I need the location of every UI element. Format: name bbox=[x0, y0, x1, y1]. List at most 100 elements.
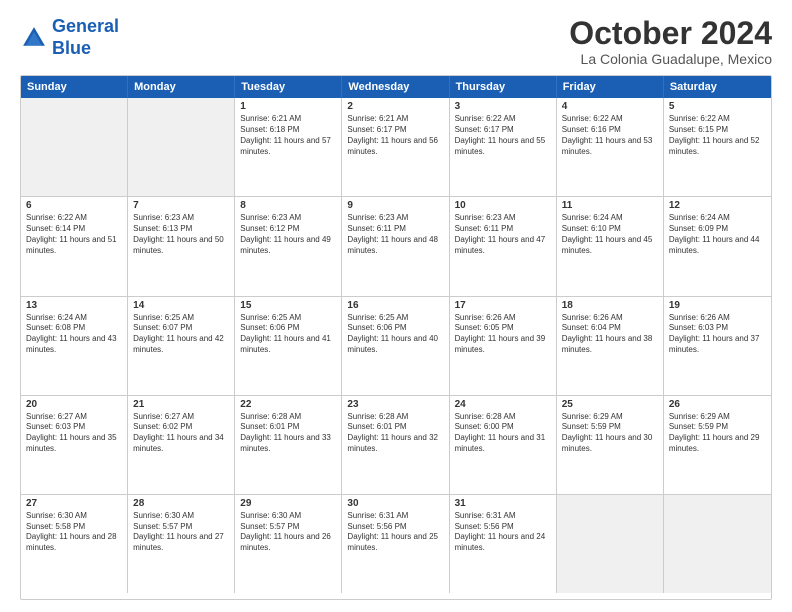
day-number: 30 bbox=[347, 498, 443, 509]
day-details: Sunrise: 6:25 AM Sunset: 6:07 PM Dayligh… bbox=[133, 313, 229, 356]
day-details: Sunrise: 6:22 AM Sunset: 6:15 PM Dayligh… bbox=[669, 114, 766, 157]
header-day-friday: Friday bbox=[557, 76, 664, 98]
cal-cell-3-3: 15Sunrise: 6:25 AM Sunset: 6:06 PM Dayli… bbox=[235, 297, 342, 395]
cal-cell-4-1: 20 Sunrise: 6:27 AM Sunset: 6:03 PM Dayli… bbox=[21, 396, 128, 494]
week-row-3: 13 Sunrise: 6:24 AM Sunset: 6:08 PM Dayli… bbox=[21, 297, 771, 396]
subtitle: La Colonia Guadalupe, Mexico bbox=[569, 51, 772, 67]
day-number: 7 bbox=[133, 200, 229, 211]
cal-cell-5-1: 27 Sunrise: 6:30 AM Sunset: 5:58 PM Dayli… bbox=[21, 495, 128, 593]
day-number: 10 bbox=[455, 200, 551, 211]
cal-cell-3-2: 14Sunrise: 6:25 AM Sunset: 6:07 PM Dayli… bbox=[128, 297, 235, 395]
day-details: Sunrise: 6:26 AM Sunset: 6:03 PM Dayligh… bbox=[669, 313, 766, 356]
cal-cell-2-2: 7 Sunrise: 6:23 AM Sunset: 6:13 PM Daylig… bbox=[128, 197, 235, 295]
day-number: 2 bbox=[347, 101, 443, 112]
title-area: October 2024 La Colonia Guadalupe, Mexic… bbox=[569, 16, 772, 67]
day-number: 13 bbox=[26, 300, 122, 311]
day-details: Sunrise: 6:28 AM Sunset: 6:00 PM Dayligh… bbox=[455, 412, 551, 455]
day-details: Sunrise: 6:26 AM Sunset: 6:04 PM Dayligh… bbox=[562, 313, 658, 356]
header-day-tuesday: Tuesday bbox=[235, 76, 342, 98]
header-day-thursday: Thursday bbox=[450, 76, 557, 98]
header: General Blue October 2024 La Colonia Gua… bbox=[20, 16, 772, 67]
cal-cell-4-4: 23Sunrise: 6:28 AM Sunset: 6:01 PM Dayli… bbox=[342, 396, 449, 494]
page: General Blue October 2024 La Colonia Gua… bbox=[0, 0, 792, 612]
day-details: Sunrise: 6:24 AM Sunset: 6:09 PM Dayligh… bbox=[669, 213, 766, 256]
day-details: Sunrise: 6:23 AM Sunset: 6:12 PM Dayligh… bbox=[240, 213, 336, 256]
day-details: Sunrise: 6:23 AM Sunset: 6:13 PM Dayligh… bbox=[133, 213, 229, 256]
cal-cell-1-2 bbox=[128, 98, 235, 196]
cal-cell-1-3: 1Sunrise: 6:21 AM Sunset: 6:18 PM Daylig… bbox=[235, 98, 342, 196]
day-details: Sunrise: 6:23 AM Sunset: 6:11 PM Dayligh… bbox=[455, 213, 551, 256]
week-row-4: 20 Sunrise: 6:27 AM Sunset: 6:03 PM Dayli… bbox=[21, 396, 771, 495]
day-number: 17 bbox=[455, 300, 551, 311]
week-row-5: 27 Sunrise: 6:30 AM Sunset: 5:58 PM Dayli… bbox=[21, 495, 771, 593]
cal-cell-5-3: 29Sunrise: 6:30 AM Sunset: 5:57 PM Dayli… bbox=[235, 495, 342, 593]
day-details: Sunrise: 6:29 AM Sunset: 5:59 PM Dayligh… bbox=[562, 412, 658, 455]
logo-icon bbox=[20, 24, 48, 52]
day-details: Sunrise: 6:27 AM Sunset: 6:02 PM Dayligh… bbox=[133, 412, 229, 455]
logo-line1: General bbox=[52, 16, 119, 36]
cal-cell-1-1 bbox=[21, 98, 128, 196]
day-number: 31 bbox=[455, 498, 551, 509]
day-number: 20 bbox=[26, 399, 122, 410]
day-details: Sunrise: 6:30 AM Sunset: 5:58 PM Dayligh… bbox=[26, 511, 122, 554]
calendar-body: 1Sunrise: 6:21 AM Sunset: 6:18 PM Daylig… bbox=[21, 98, 771, 593]
day-details: Sunrise: 6:22 AM Sunset: 6:14 PM Dayligh… bbox=[26, 213, 122, 256]
day-details: Sunrise: 6:29 AM Sunset: 5:59 PM Dayligh… bbox=[669, 412, 766, 455]
day-number: 18 bbox=[562, 300, 658, 311]
day-details: Sunrise: 6:23 AM Sunset: 6:11 PM Dayligh… bbox=[347, 213, 443, 256]
day-number: 12 bbox=[669, 200, 766, 211]
logo: General Blue bbox=[20, 16, 119, 59]
cal-cell-5-4: 30 Sunrise: 6:31 AM Sunset: 5:56 PM Dayli… bbox=[342, 495, 449, 593]
cal-cell-1-6: 4Sunrise: 6:22 AM Sunset: 6:16 PM Daylig… bbox=[557, 98, 664, 196]
cal-cell-3-1: 13 Sunrise: 6:24 AM Sunset: 6:08 PM Dayli… bbox=[21, 297, 128, 395]
day-number: 27 bbox=[26, 498, 122, 509]
day-number: 4 bbox=[562, 101, 658, 112]
cal-cell-3-7: 19 Sunrise: 6:26 AM Sunset: 6:03 PM Dayli… bbox=[664, 297, 771, 395]
week-row-1: 1Sunrise: 6:21 AM Sunset: 6:18 PM Daylig… bbox=[21, 98, 771, 197]
cal-cell-4-2: 21 Sunrise: 6:27 AM Sunset: 6:02 PM Dayli… bbox=[128, 396, 235, 494]
day-details: Sunrise: 6:31 AM Sunset: 5:56 PM Dayligh… bbox=[347, 511, 443, 554]
header-day-sunday: Sunday bbox=[21, 76, 128, 98]
day-number: 5 bbox=[669, 101, 766, 112]
cal-cell-3-5: 17Sunrise: 6:26 AM Sunset: 6:05 PM Dayli… bbox=[450, 297, 557, 395]
day-details: Sunrise: 6:27 AM Sunset: 6:03 PM Dayligh… bbox=[26, 412, 122, 455]
day-number: 19 bbox=[669, 300, 766, 311]
day-number: 9 bbox=[347, 200, 443, 211]
cal-cell-5-6 bbox=[557, 495, 664, 593]
day-number: 25 bbox=[562, 399, 658, 410]
week-row-2: 6Sunrise: 6:22 AM Sunset: 6:14 PM Daylig… bbox=[21, 197, 771, 296]
logo-text: General Blue bbox=[52, 16, 119, 59]
cal-cell-5-5: 31 Sunrise: 6:31 AM Sunset: 5:56 PM Dayli… bbox=[450, 495, 557, 593]
cal-cell-4-6: 25 Sunrise: 6:29 AM Sunset: 5:59 PM Dayli… bbox=[557, 396, 664, 494]
cal-cell-2-1: 6Sunrise: 6:22 AM Sunset: 6:14 PM Daylig… bbox=[21, 197, 128, 295]
calendar: SundayMondayTuesdayWednesdayThursdayFrid… bbox=[20, 75, 772, 600]
cal-cell-4-3: 22 Sunrise: 6:28 AM Sunset: 6:01 PM Dayli… bbox=[235, 396, 342, 494]
cal-cell-4-5: 24Sunrise: 6:28 AM Sunset: 6:00 PM Dayli… bbox=[450, 396, 557, 494]
day-details: Sunrise: 6:28 AM Sunset: 6:01 PM Dayligh… bbox=[240, 412, 336, 455]
day-number: 21 bbox=[133, 399, 229, 410]
day-details: Sunrise: 6:30 AM Sunset: 5:57 PM Dayligh… bbox=[133, 511, 229, 554]
day-details: Sunrise: 6:31 AM Sunset: 5:56 PM Dayligh… bbox=[455, 511, 551, 554]
day-details: Sunrise: 6:21 AM Sunset: 6:17 PM Dayligh… bbox=[347, 114, 443, 157]
month-title: October 2024 bbox=[569, 16, 772, 51]
day-number: 22 bbox=[240, 399, 336, 410]
day-number: 3 bbox=[455, 101, 551, 112]
cal-cell-5-7 bbox=[664, 495, 771, 593]
cal-cell-1-7: 5 Sunrise: 6:22 AM Sunset: 6:15 PM Daylig… bbox=[664, 98, 771, 196]
day-details: Sunrise: 6:30 AM Sunset: 5:57 PM Dayligh… bbox=[240, 511, 336, 554]
day-details: Sunrise: 6:22 AM Sunset: 6:17 PM Dayligh… bbox=[455, 114, 551, 157]
logo-line2: Blue bbox=[52, 38, 91, 58]
day-number: 11 bbox=[562, 200, 658, 211]
day-number: 26 bbox=[669, 399, 766, 410]
day-number: 16 bbox=[347, 300, 443, 311]
day-details: Sunrise: 6:28 AM Sunset: 6:01 PM Dayligh… bbox=[347, 412, 443, 455]
day-details: Sunrise: 6:21 AM Sunset: 6:18 PM Dayligh… bbox=[240, 114, 336, 157]
cal-cell-4-7: 26 Sunrise: 6:29 AM Sunset: 5:59 PM Dayli… bbox=[664, 396, 771, 494]
cal-cell-2-7: 12 Sunrise: 6:24 AM Sunset: 6:09 PM Dayli… bbox=[664, 197, 771, 295]
header-day-monday: Monday bbox=[128, 76, 235, 98]
cal-cell-3-6: 18 Sunrise: 6:26 AM Sunset: 6:04 PM Dayli… bbox=[557, 297, 664, 395]
day-details: Sunrise: 6:24 AM Sunset: 6:10 PM Dayligh… bbox=[562, 213, 658, 256]
cal-cell-5-2: 28Sunrise: 6:30 AM Sunset: 5:57 PM Dayli… bbox=[128, 495, 235, 593]
day-details: Sunrise: 6:24 AM Sunset: 6:08 PM Dayligh… bbox=[26, 313, 122, 356]
cal-cell-2-6: 11 Sunrise: 6:24 AM Sunset: 6:10 PM Dayli… bbox=[557, 197, 664, 295]
